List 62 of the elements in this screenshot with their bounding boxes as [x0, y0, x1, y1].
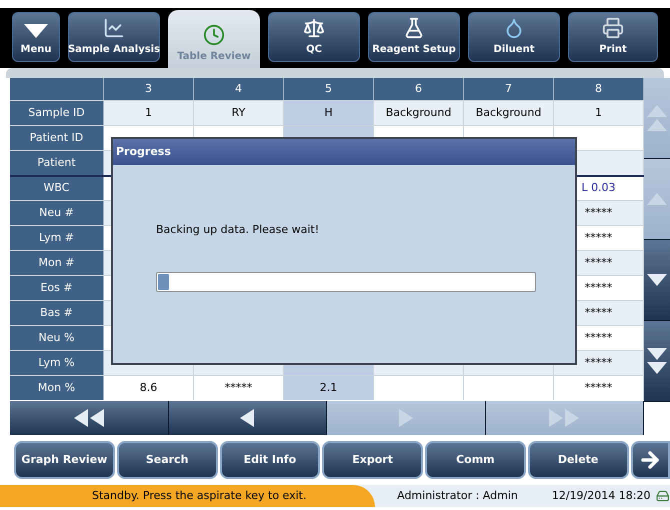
- dialog-message: Backing up data. Please wait!: [156, 222, 320, 238]
- toolbar-tab[interactable]: Reagent Setup: [368, 12, 460, 62]
- double-down-arrow-icon: [647, 348, 667, 374]
- table-cell: H: [284, 101, 374, 125]
- action-button[interactable]: Graph Review: [14, 441, 115, 479]
- toolbar-tab[interactable]: Sample Analysis: [68, 12, 160, 62]
- row-header: Sample ID: [10, 101, 104, 125]
- double-right-arrow-icon: [549, 409, 580, 427]
- action-button[interactable]: Edit Info: [220, 441, 320, 479]
- row-header: Lym %: [10, 351, 104, 375]
- table-cell: 1: [104, 101, 194, 125]
- double-up-arrow-icon: [647, 105, 667, 131]
- printer-icon: [602, 17, 624, 39]
- double-left-arrow-icon: [74, 409, 104, 427]
- table-cell: 2.1: [284, 376, 374, 400]
- down-arrow-icon: [647, 274, 667, 286]
- column-header[interactable]: 6: [374, 78, 464, 100]
- triangle-down-icon: [23, 23, 49, 39]
- page-button[interactable]: [10, 401, 168, 435]
- toolbar-tab[interactable]: Print: [568, 12, 658, 62]
- left-arrow-icon: [240, 409, 254, 427]
- row-header: Patient: [10, 151, 104, 175]
- scroll-button[interactable]: [644, 240, 670, 321]
- chart-icon: [103, 17, 125, 39]
- action-button[interactable]: Delete: [528, 441, 628, 479]
- datetime-label: 12/19/2014 18:20: [552, 488, 650, 504]
- row-header: Patient ID: [10, 126, 104, 150]
- table-cell: Background: [374, 101, 464, 125]
- clock-icon: [203, 24, 225, 46]
- row-header: Lym #: [10, 226, 104, 250]
- next-page-button[interactable]: [630, 441, 670, 479]
- row-header: Mon #: [10, 251, 104, 275]
- scale-icon: [303, 17, 325, 39]
- action-button[interactable]: Search: [116, 441, 218, 479]
- row-header: Mon %: [10, 376, 104, 400]
- row-header: Bas #: [10, 301, 104, 325]
- column-header[interactable]: 4: [194, 78, 284, 100]
- up-arrow-icon: [647, 193, 667, 205]
- dialog-title: Progress: [113, 139, 575, 165]
- row-header: Neu %: [10, 326, 104, 350]
- drive-icon: [656, 489, 670, 503]
- toolbar-tab[interactable]: Menu: [12, 12, 60, 62]
- page-button[interactable]: [168, 401, 327, 435]
- table-cell: Background: [464, 101, 554, 125]
- row-header: Neu #: [10, 201, 104, 225]
- user-label: Administrator : Admin: [397, 488, 518, 504]
- right-arrow-icon: [398, 409, 413, 427]
- column-header[interactable]: 7: [464, 78, 554, 100]
- action-button[interactable]: Comm: [425, 441, 526, 479]
- row-header: WBC: [10, 177, 104, 200]
- column-header[interactable]: 5: [284, 78, 374, 100]
- column-header[interactable]: 3: [104, 78, 194, 100]
- scroll-button[interactable]: [644, 321, 670, 402]
- table-cell: 1: [554, 101, 644, 125]
- table-cell: RY: [194, 101, 284, 125]
- toolbar-tab[interactable]: Diluent: [468, 12, 560, 62]
- column-header[interactable]: 8: [554, 78, 644, 100]
- row-header: Eos #: [10, 276, 104, 300]
- action-button[interactable]: Export: [322, 441, 423, 479]
- bottle-icon: [403, 17, 425, 39]
- status-message: Standby. Press the aspirate key to exit.: [0, 485, 376, 507]
- toolbar-tab[interactable]: QC: [268, 12, 360, 62]
